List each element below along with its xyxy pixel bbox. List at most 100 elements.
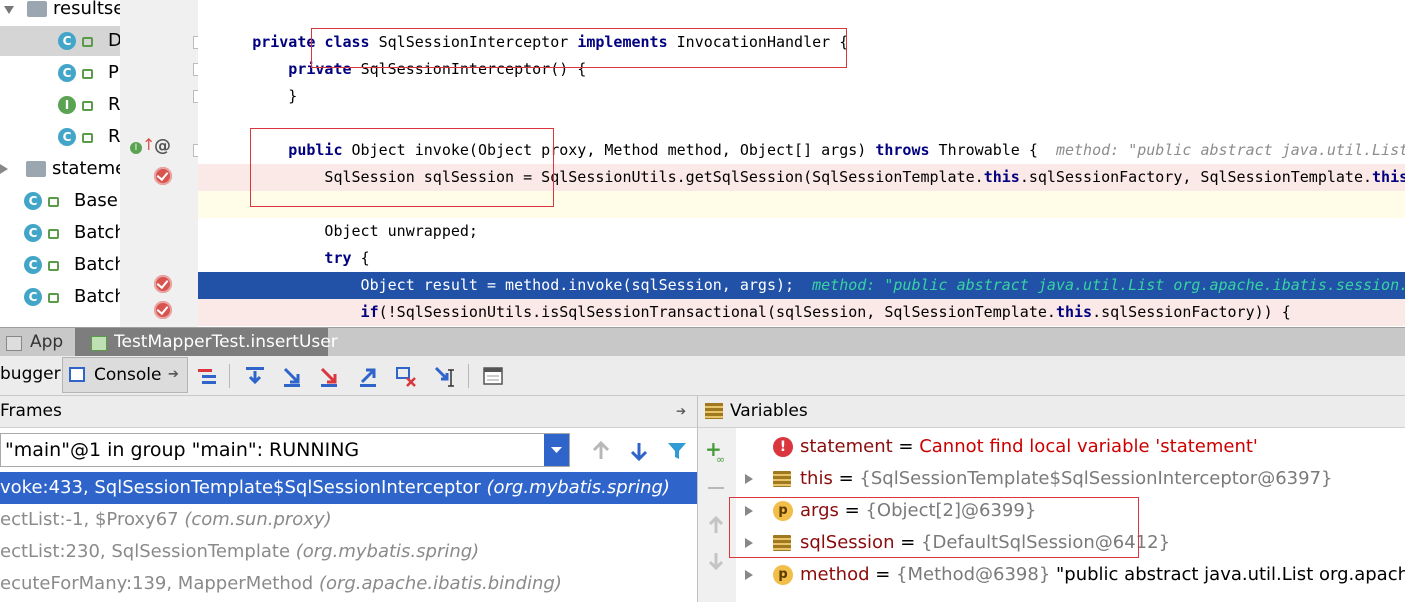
tab-run-config[interactable]: TestMapperTest.insertUser: [75, 328, 338, 357]
code-line[interactable]: try {: [198, 245, 1405, 272]
frame-method: ecuteForMany:139, MapperMethod: [0, 573, 319, 594]
tree-item-label: R: [108, 126, 121, 147]
toolbar-separator: [229, 364, 230, 388]
run-to-cursor-icon[interactable]: [433, 365, 455, 387]
variables-icon: [705, 403, 723, 419]
tree-item[interactable]: C Batch: [0, 250, 120, 280]
show-execution-point-icon[interactable]: [196, 365, 218, 387]
frames-list[interactable]: voke:433, SqlSessionTemplate$SqlSessionI…: [0, 472, 697, 602]
step-out-icon[interactable]: [357, 365, 379, 387]
parameter-icon: p: [773, 565, 793, 585]
tab-app-label: App: [30, 332, 64, 352]
class-icon: C: [24, 224, 42, 242]
code-line[interactable]: if(!SqlSessionUtils.isSqlSessionTransact…: [198, 299, 1405, 326]
tree-item[interactable]: CD: [0, 26, 120, 56]
code-token: Object result = method.invoke(sqlSession…: [252, 276, 813, 294]
code-line[interactable]: Object unwrapped;: [198, 218, 1405, 245]
remove-watch-icon[interactable]: [708, 487, 724, 489]
tree-item-label: Batch: [74, 222, 121, 243]
code-line[interactable]: }: [198, 83, 1405, 110]
tree-item[interactable]: IR: [0, 90, 120, 120]
variable-row[interactable]: this = {SqlSessionTemplate$SqlSessionInt…: [736, 463, 1405, 495]
thread-selector-value: "main"@1 in group "main": RUNNING: [5, 439, 360, 461]
breakpoint-icon[interactable]: [154, 301, 172, 319]
class-icon: C: [24, 256, 42, 274]
implements-interface-icon[interactable]: I: [130, 142, 142, 154]
editor-gutter[interactable]: I ↑ @: [120, 0, 206, 327]
force-step-into-icon[interactable]: [318, 365, 340, 387]
frame-row[interactable]: ecuteForMany:139, MapperMethod (org.apac…: [0, 568, 697, 600]
tree-item[interactable]: resultse: [0, 0, 120, 24]
variable-text: this = {SqlSessionTemplate$SqlSessionInt…: [800, 463, 1332, 495]
tree-item[interactable]: C Base: [0, 186, 120, 216]
expand-arrow-icon[interactable]: [4, 6, 14, 14]
variables-title: Variables: [730, 401, 808, 421]
tab-app[interactable]: App: [0, 328, 72, 357]
expand-arrow-icon[interactable]: [745, 570, 753, 580]
frame-row[interactable]: ectList:-1, $Proxy67 (com.sun.proxy): [0, 504, 697, 536]
code-token: try: [252, 249, 361, 267]
run-tabs-bar: App TestMapperTest.insertUser: [0, 327, 1405, 357]
variable-text: method = {Method@6398} "public abstract …: [800, 559, 1405, 591]
code-token: }: [252, 87, 298, 105]
tree-item-label: P: [108, 62, 119, 83]
code-token: {: [360, 249, 370, 267]
drop-frame-icon[interactable]: [395, 365, 417, 387]
next-frame-down-icon[interactable]: [628, 440, 650, 462]
step-into-icon[interactable]: [281, 365, 303, 387]
toolbar-separator: [468, 364, 469, 388]
code-token: Throwable {: [938, 141, 1056, 159]
tab-debugger[interactable]: bugger: [0, 356, 61, 395]
expand-arrow-icon[interactable]: [745, 474, 753, 484]
field-icon: [773, 471, 791, 487]
chevron-down-icon[interactable]: [544, 434, 569, 466]
tree-item-label: resultse: [53, 0, 121, 19]
tree-item[interactable]: C Batch: [0, 282, 120, 312]
tree-item[interactable]: CP: [0, 58, 120, 88]
tree-item[interactable]: stateme: [0, 154, 120, 184]
step-over-icon[interactable]: [244, 365, 266, 387]
thread-selector[interactable]: "main"@1 in group "main": RUNNING: [0, 433, 570, 467]
frame-package: (org.mybatis.spring): [295, 541, 480, 562]
variable-row[interactable]: p method = {Method@6398} "public abstract…: [736, 559, 1405, 591]
class-icon: C: [24, 288, 42, 306]
move-watch-up-icon[interactable]: [705, 514, 727, 536]
variable-row[interactable]: ! statement = Cannot find local variable …: [736, 431, 1405, 463]
console-icon: [69, 367, 85, 382]
breakpoint-icon[interactable]: [154, 167, 172, 185]
annotation-at-icon[interactable]: @: [154, 136, 171, 156]
debugger-toolbar: bugger Console ➔: [0, 356, 1405, 396]
tab-console[interactable]: Console ➔: [62, 357, 188, 393]
filter-icon[interactable]: [666, 440, 688, 462]
variable-name: this: [800, 468, 833, 489]
tree-item-label: stateme: [52, 158, 121, 179]
annotation-box-class-declaration: [311, 28, 847, 68]
lock-icon: [48, 293, 59, 303]
variable-name: method: [800, 564, 870, 585]
tree-item[interactable]: C Batch: [0, 218, 120, 248]
evaluate-expression-icon[interactable]: [482, 365, 504, 387]
move-watch-down-icon[interactable]: [705, 550, 727, 572]
lock-icon: [82, 69, 93, 79]
annotation-box-args-sqlsession: [729, 497, 1139, 558]
interface-icon: I: [58, 96, 76, 114]
frame-row[interactable]: voke:433, SqlSessionTemplate$SqlSessionI…: [0, 472, 697, 504]
previous-frame-up-icon[interactable]: [590, 440, 612, 462]
code-token: Object unwrapped;: [252, 222, 478, 240]
console-pin-icon[interactable]: ➔: [168, 358, 179, 392]
frame-row[interactable]: ectList:230, SqlSessionTemplate (org.myb…: [0, 536, 697, 568]
frames-pin-icon[interactable]: ➔: [676, 396, 686, 427]
frame-package: (org.mybatis.spring): [486, 477, 670, 498]
tree-item-label: R: [108, 94, 121, 115]
tree-item[interactable]: CR: [0, 122, 120, 152]
lock-icon: [48, 229, 59, 239]
code-line[interactable]: Object result = method.invoke(sqlSession…: [198, 272, 1405, 299]
breakpoint-icon[interactable]: [154, 275, 172, 293]
project-tree: resultse C D C P I R C Rstateme C Base C Batch C Batch…: [0, 0, 121, 327]
collapse-arrow-icon[interactable]: [0, 164, 8, 174]
